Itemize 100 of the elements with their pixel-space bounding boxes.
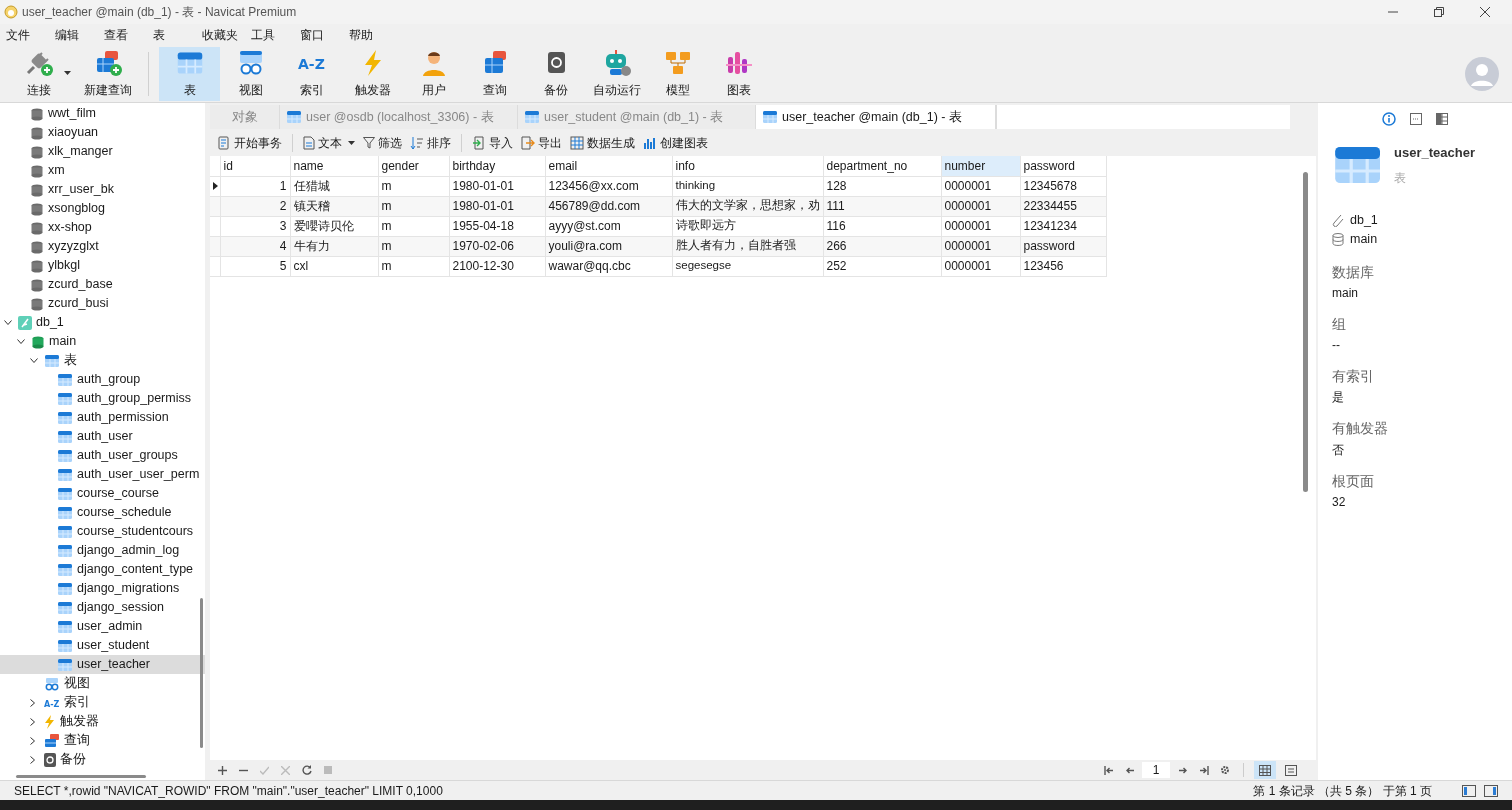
chevron-right-icon[interactable] — [30, 755, 36, 764]
table-icon — [57, 390, 73, 407]
chevron-down-icon[interactable] — [30, 357, 38, 364]
grid-toolbar-button[interactable]: 导出 — [518, 131, 565, 154]
tree-item[interactable]: user_admin — [76, 617, 205, 636]
menu-item[interactable]: 收藏夹 — [196, 24, 245, 46]
tree-item[interactable]: course_studentcours — [76, 522, 205, 541]
tree-item[interactable]: auth_group_permiss — [76, 389, 205, 408]
tree-item[interactable]: zcurd_base — [47, 275, 205, 294]
tree-item[interactable]: 索引 — [63, 693, 205, 712]
tree-item[interactable]: django_admin_log — [76, 541, 205, 560]
tree-item[interactable]: auth_permission — [76, 408, 205, 427]
tree-item[interactable]: 视图 — [63, 674, 205, 693]
table-cell: 5 — [220, 256, 290, 276]
column-header[interactable]: info — [672, 156, 823, 176]
horizontal-scrollbar[interactable] — [16, 775, 146, 778]
tree-item[interactable]: django_session — [76, 598, 205, 617]
refresh-icon — [301, 765, 312, 775]
table-cell: 3 — [220, 216, 290, 236]
column-header[interactable]: number — [941, 156, 1020, 176]
tree-item[interactable]: xyzyzglxt — [47, 237, 205, 256]
column-header[interactable]: name — [290, 156, 378, 176]
menu-item[interactable]: 查看 — [98, 24, 147, 46]
panel-left-icon[interactable] — [1462, 784, 1476, 797]
grid-toolbar-button[interactable]: 创建图表 — [640, 131, 711, 154]
tree-item[interactable]: user_student — [76, 636, 205, 655]
vertical-scrollbar[interactable] — [1303, 172, 1308, 492]
tree-item[interactable]: wwt_film — [47, 104, 205, 123]
grid-toolbar-button[interactable]: 筛选 — [360, 131, 405, 154]
tree-item[interactable]: django_migrations — [76, 579, 205, 598]
tree-item[interactable]: auth_group — [76, 370, 205, 389]
tree-item[interactable]: auth_user_user_perm — [76, 465, 205, 484]
toolbar-button[interactable]: 表 — [159, 47, 220, 101]
column-header[interactable]: department_no — [823, 156, 941, 176]
tree-item[interactable]: xiaoyuan — [47, 123, 205, 142]
tree-item[interactable]: 表 — [63, 351, 205, 370]
column-header[interactable]: birthday — [449, 156, 545, 176]
vertical-scrollbar[interactable] — [200, 598, 203, 748]
tree-item[interactable]: django_content_type — [76, 560, 205, 579]
tree-item[interactable]: ylbkgl — [47, 256, 205, 275]
tree-item[interactable]: xlk_manger — [47, 142, 205, 161]
menu-item[interactable]: 编辑 — [49, 24, 98, 46]
toolbar-button[interactable]: A-Z 索引 — [281, 47, 342, 101]
table-cell: 0000001 — [941, 196, 1020, 216]
menu-item[interactable]: 帮助 — [343, 24, 392, 46]
toolbar-button[interactable]: 连接 — [8, 47, 69, 101]
grid-toolbar-button[interactable]: 开始事务 — [214, 131, 285, 154]
panel-right-icon[interactable] — [1484, 784, 1498, 797]
toolbar-button[interactable]: 图表 — [708, 47, 769, 101]
tree-item[interactable]: auth_user — [76, 427, 205, 446]
chevron-right-icon[interactable] — [30, 717, 36, 726]
toolbar-button[interactable]: 查询 — [464, 47, 525, 101]
chevron-right-icon[interactable] — [30, 736, 36, 745]
property-label: 有索引 — [1332, 368, 1375, 386]
toolbar-button[interactable]: 触发器 — [342, 47, 403, 101]
menu-item[interactable]: 窗口 — [294, 24, 343, 46]
paperclip-icon — [1332, 213, 1344, 227]
info-tab[interactable] — [1382, 109, 1396, 129]
table-cell: 111 — [823, 196, 941, 216]
tree-item[interactable]: main — [48, 332, 205, 351]
tree-item[interactable]: 查询 — [63, 731, 205, 750]
bar-chart-icon — [724, 49, 753, 77]
column-header[interactable]: email — [545, 156, 672, 176]
grid-toolbar-button[interactable]: 排序 — [407, 131, 454, 154]
grid-toolbar-button[interactable]: 文本 — [300, 131, 358, 154]
tree-item[interactable]: 备份 — [59, 750, 205, 769]
import-icon — [472, 135, 486, 150]
grid-toolbar-button[interactable]: 数据生成 — [567, 131, 638, 154]
menu-item[interactable]: 表 — [147, 24, 196, 46]
tree-item[interactable]: course_course — [76, 484, 205, 503]
chevron-down-icon[interactable] — [4, 319, 12, 326]
column-header[interactable]: gender — [378, 156, 449, 176]
page-number-field[interactable]: 1 — [1142, 762, 1170, 778]
menu-item[interactable]: 工具 — [245, 24, 294, 46]
toolbar-button[interactable]: 模型 — [647, 47, 708, 101]
column-header[interactable]: id — [220, 156, 290, 176]
menu-item[interactable]: 文件 — [0, 24, 49, 46]
tree-item[interactable]: zcurd_busi — [47, 294, 205, 313]
chevron-right-icon[interactable] — [30, 698, 36, 707]
tree-item[interactable]: xx-shop — [47, 218, 205, 237]
tree-item[interactable]: xm — [47, 161, 205, 180]
tree-item[interactable]: db_1 — [35, 313, 205, 332]
grid-view-button[interactable] — [1254, 761, 1276, 779]
tree-item[interactable]: 触发器 — [59, 712, 205, 731]
schema-name: main — [1350, 230, 1378, 248]
tree-item[interactable]: xrr_user_bk — [47, 180, 205, 199]
table-cell: segesegse — [672, 256, 823, 276]
chevron-down-icon[interactable] — [17, 338, 25, 345]
last-page-icon — [1198, 765, 1209, 775]
toolbar-button[interactable]: 自动运行 — [586, 47, 647, 101]
tree-item[interactable]: course_schedule — [76, 503, 205, 522]
tree-item[interactable]: xsongblog — [47, 199, 205, 218]
toolbar-button[interactable]: 新建查询 — [77, 47, 138, 101]
grid-toolbar-button[interactable]: 导入 — [469, 131, 516, 154]
column-header[interactable]: password — [1020, 156, 1106, 176]
tree-item[interactable]: auth_user_groups — [76, 446, 205, 465]
tab[interactable]: user_teacher @main (db_1) - 表 — [756, 105, 996, 129]
toolbar-button[interactable]: 视图 — [220, 47, 281, 101]
toolbar-button[interactable]: 用户 — [403, 47, 464, 101]
toolbar-button[interactable]: 备份 — [525, 47, 586, 101]
